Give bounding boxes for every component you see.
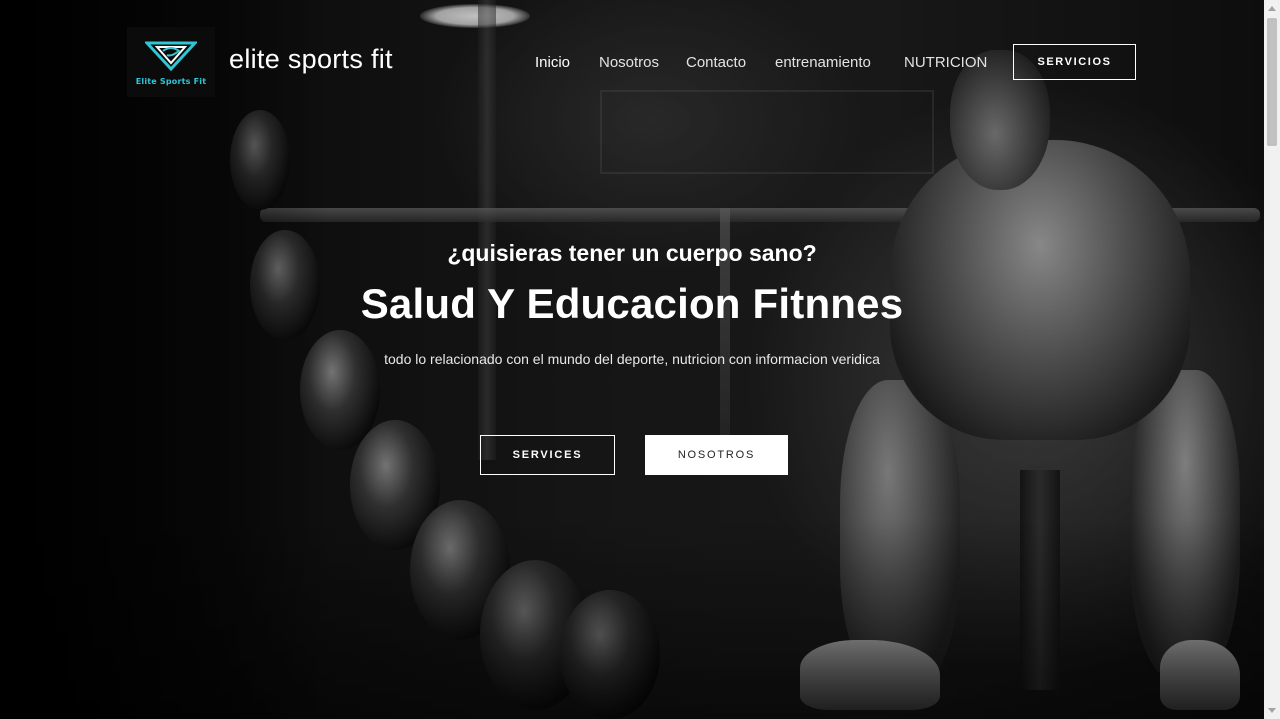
nav-item-inicio[interactable]: Inicio [535,54,570,71]
hero-description: todo lo relacionado con el mundo del dep… [384,351,880,367]
logo[interactable]: Elite Sports Fit [127,27,215,97]
scrollbar-thumb[interactable] [1267,18,1277,146]
services-button[interactable]: SERVICES [480,435,615,475]
nav-item-nosotros[interactable]: Nosotros [599,54,659,71]
page-scrollbar[interactable] [1264,0,1280,719]
logo-text: Elite Sports Fit [135,77,207,86]
hero-title: Salud Y Educacion Fitnnes [360,280,904,327]
scroll-down-arrow-icon[interactable] [1268,708,1276,713]
nav-item-contacto[interactable]: Contacto [686,54,746,71]
nav-item-entrenamiento[interactable]: entrenamiento [775,54,871,71]
elite-sports-fit-logo-icon [145,41,197,71]
brand-name[interactable]: elite sports fit [229,44,393,75]
scroll-up-arrow-icon[interactable] [1268,6,1276,11]
servicios-button[interactable]: SERVICIOS [1013,44,1136,80]
hero-subtitle: ¿quisieras tener un cuerpo sano? [447,240,817,266]
nosotros-button[interactable]: NOSOTROS [645,435,788,475]
nav-item-nutricion[interactable]: NUTRICION [904,54,987,71]
